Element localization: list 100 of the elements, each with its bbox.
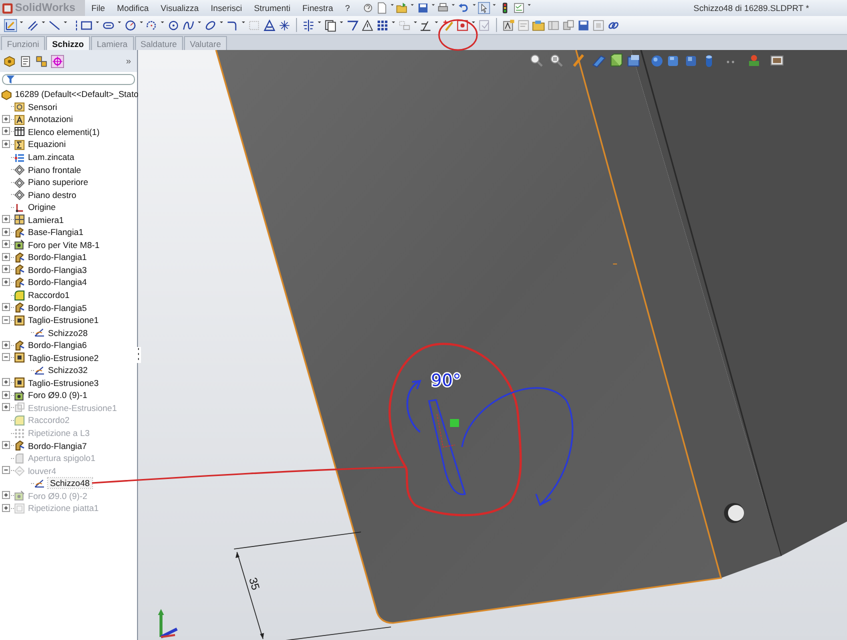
tree-item[interactable]: Lam.zincata <box>28 152 74 162</box>
spline-icon[interactable] <box>182 18 196 32</box>
sketch-text-icon[interactable] <box>502 18 516 32</box>
rectangle-icon[interactable] <box>80 18 93 32</box>
crosshair-tab-icon[interactable] <box>51 54 64 68</box>
convert-icon[interactable] <box>346 18 359 32</box>
tree-item[interactable]: Foro Ø9.0 (9)-1 <box>28 390 88 400</box>
expand-icon[interactable] <box>2 252 10 261</box>
collapse-icon[interactable] <box>2 316 10 324</box>
block-icon[interactable] <box>562 18 576 32</box>
line-icon[interactable] <box>48 18 61 32</box>
tree-item[interactable]: Bordo-Flangia5 <box>28 302 87 313</box>
expand-icon[interactable] <box>2 278 10 286</box>
tree-item[interactable]: Taglio-Estrusione2 <box>28 352 99 363</box>
collapse-icon[interactable] <box>2 466 10 474</box>
collapse-icon[interactable] <box>2 353 10 362</box>
box-icon[interactable] <box>628 55 640 66</box>
circle-icon[interactable] <box>124 18 136 32</box>
sketch-pencil-icon[interactable] <box>4 18 17 32</box>
layout-icon[interactable] <box>547 18 560 32</box>
dimension-icon[interactable] <box>26 18 39 32</box>
tree-item[interactable]: Bordo-Flangia6 <box>28 340 87 350</box>
dimension-value[interactable]: 35 <box>246 576 262 592</box>
save-icon[interactable] <box>416 2 429 14</box>
expand-icon[interactable] <box>2 403 10 412</box>
fillet-corner-icon[interactable] <box>226 18 239 32</box>
tree-item[interactable]: Elenco elementi(1) <box>28 126 100 137</box>
cube-icon[interactable] <box>610 54 622 66</box>
mirror-icon[interactable] <box>302 18 315 32</box>
new-document-icon[interactable] <box>376 2 388 14</box>
expand-icon[interactable] <box>2 504 10 512</box>
expand-icon[interactable] <box>2 441 10 450</box>
tree-item[interactable]: Bordo-Flangia1 <box>28 252 87 262</box>
menu-item[interactable]: Finestra <box>296 3 340 13</box>
tree-item[interactable]: Lamiera1 <box>28 214 64 225</box>
feature-tree-tab-icon[interactable] <box>3 54 16 68</box>
relation-icon[interactable] <box>419 18 432 32</box>
tree-item[interactable]: 16289 (Default<<Default>_Stato <box>15 89 139 100</box>
open-folder-icon[interactable] <box>396 2 408 14</box>
tree-item[interactable]: Sensori <box>28 102 58 112</box>
tree-item[interactable]: Schizzo48 <box>48 478 92 488</box>
ellipse-icon[interactable] <box>204 18 218 32</box>
property-tab-icon[interactable] <box>19 54 32 68</box>
point-icon[interactable] <box>278 18 291 32</box>
tree-item[interactable]: Raccordo1 <box>28 290 70 300</box>
expand-chevron[interactable]: » <box>126 56 134 66</box>
configuration-tab-icon[interactable] <box>35 54 48 68</box>
expand-icon[interactable] <box>2 265 10 274</box>
expand-icon[interactable] <box>2 140 10 148</box>
expand-icon[interactable] <box>2 303 10 312</box>
tree-item[interactable]: Schizzo28 <box>48 328 88 338</box>
expand-icon[interactable] <box>2 378 10 386</box>
monitor-icon[interactable] <box>770 56 784 66</box>
expand-icon[interactable] <box>2 340 10 349</box>
menu-item[interactable]: ? <box>339 3 356 13</box>
tree-item[interactable]: Piano frontale <box>28 164 82 175</box>
dots-icon[interactable] <box>726 60 734 64</box>
shaded-cube-icon[interactable] <box>668 56 678 66</box>
dots-grid-icon[interactable] <box>376 18 389 32</box>
tree-item[interactable]: Taglio-Estrusione3 <box>28 378 99 388</box>
expand-icon[interactable] <box>2 114 10 123</box>
shaded-box-icon[interactable] <box>686 56 696 66</box>
arc-icon[interactable] <box>145 18 158 32</box>
tree-item[interactable]: Base-Flangia1 <box>28 227 84 238</box>
menu-item[interactable]: Strumenti <box>248 3 296 13</box>
tree-item[interactable]: Bordo-Flangia4 <box>28 277 87 288</box>
warning-icon[interactable] <box>360 18 374 32</box>
expand-icon[interactable] <box>2 240 10 248</box>
panel-resize-handle[interactable] <box>136 347 141 363</box>
tree-item[interactable]: Annotazioni <box>28 114 73 124</box>
zoom-area-icon[interactable] <box>550 54 563 67</box>
expand-icon[interactable] <box>2 390 10 399</box>
tree-item[interactable]: Schizzo32 <box>48 365 88 376</box>
save-icon[interactable] <box>577 18 590 32</box>
scene-icon[interactable] <box>749 55 759 66</box>
folder-icon[interactable] <box>532 18 546 32</box>
tree-item[interactable]: Bordo-Flangia3 <box>28 264 87 275</box>
pencil-icon[interactable] <box>573 54 584 67</box>
undo-icon[interactable] <box>458 2 470 14</box>
pencil-plus-icon[interactable] <box>441 18 454 32</box>
tree-item[interactable]: Taglio-Estrusione1 <box>28 315 99 326</box>
tree-item[interactable]: Origine <box>28 202 56 212</box>
printer-icon[interactable] <box>437 2 450 14</box>
tree-item[interactable]: Foro per Vite M8-1 <box>28 240 100 250</box>
filter-field[interactable] <box>2 74 135 85</box>
expand-icon[interactable] <box>2 215 10 224</box>
shaded-sphere-icon[interactable] <box>652 56 662 66</box>
expand-icon[interactable] <box>2 228 10 236</box>
menu-item[interactable]: Inserisci <box>204 3 248 13</box>
tree-item[interactable]: Piano destro <box>28 190 76 200</box>
target-icon[interactable] <box>456 18 470 32</box>
menu-item[interactable]: Visualizza <box>154 3 205 13</box>
offset-icon[interactable] <box>324 18 337 32</box>
command-tab[interactable]: Schizzo <box>46 36 90 50</box>
help-icon[interactable] <box>362 2 374 14</box>
menu-item[interactable]: File <box>85 3 112 13</box>
expand-icon[interactable] <box>2 491 10 500</box>
text-a-icon[interactable] <box>262 18 276 32</box>
expand-icon[interactable] <box>2 127 10 136</box>
tree-item[interactable]: Bordo-Flangia7 <box>28 440 87 451</box>
